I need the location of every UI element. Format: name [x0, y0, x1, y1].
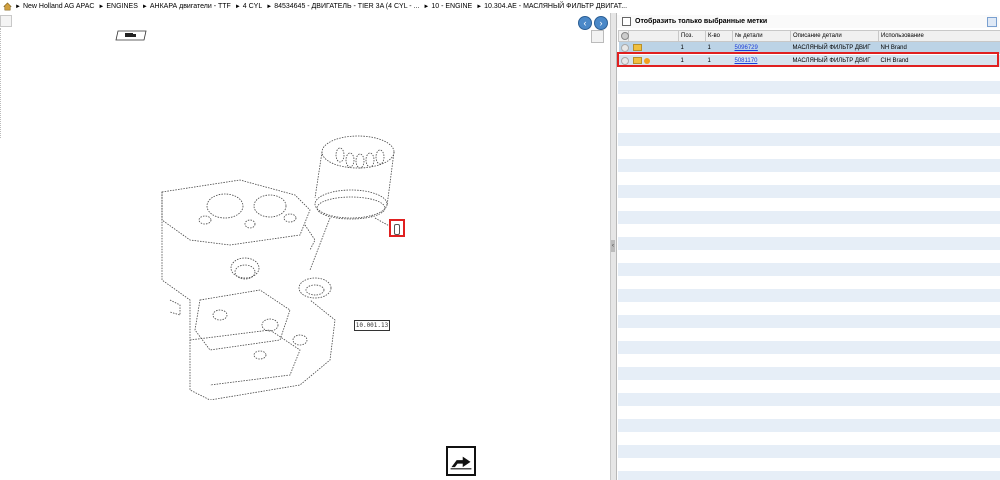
status-icon: [620, 57, 629, 65]
breadcrumb-item[interactable]: 10 - ENGINE: [431, 3, 472, 10]
status-icon: [620, 44, 629, 52]
qty-cell: 1: [705, 41, 733, 55]
callout-hotspot[interactable]: [389, 219, 405, 237]
reference-label[interactable]: 10.001.13: [354, 320, 390, 331]
breadcrumb: ► New Holland AG APAC ► ENGINES ► АНКАРА дв…: [0, 0, 1000, 13]
column-header[interactable]: [618, 30, 629, 42]
folder-icon[interactable]: [632, 57, 642, 65]
print-icon[interactable]: [0, 15, 12, 27]
table-row[interactable]: 1 1 5081170 МАСЛЯНЫЙ ФИЛЬТР ДВИГ CIH Bra…: [618, 54, 1000, 68]
breadcrumb-item[interactable]: 4 CYL: [243, 3, 262, 10]
column-header[interactable]: Использование: [878, 30, 1000, 42]
qty-cell: 1: [705, 54, 733, 68]
zoom-icon[interactable]: [591, 30, 604, 43]
parts-list-panel: Отобразить только выбранные метки Поз. К…: [616, 13, 1000, 480]
empty-rows: [618, 68, 1000, 480]
info-icon[interactable]: [643, 57, 650, 64]
usage-cell: CIH Brand: [878, 54, 1000, 68]
parts-table: Поз. К-во № детали Описание детали Испол…: [618, 30, 1000, 68]
breadcrumb-item[interactable]: New Holland AG APAC: [23, 3, 94, 10]
column-header[interactable]: К-во: [705, 30, 733, 42]
pos-cell: 1: [678, 54, 706, 68]
usage-cell: NH Brand: [878, 41, 1000, 55]
folder-icon[interactable]: [632, 44, 642, 52]
show-selected-label[interactable]: Отобразить только выбранные метки: [635, 18, 767, 25]
pos-cell: 1: [678, 41, 706, 55]
home-icon[interactable]: [3, 2, 12, 11]
column-header[interactable]: [628, 30, 679, 42]
breadcrumb-item[interactable]: ENGINES: [106, 3, 138, 10]
show-selected-checkbox[interactable]: [622, 17, 631, 26]
description-cell: МАСЛЯНЫЙ ФИЛЬТР ДВИГ: [790, 41, 879, 55]
column-header[interactable]: Поз.: [678, 30, 706, 42]
part-number-link[interactable]: 5081170: [735, 58, 758, 64]
column-header[interactable]: Описание детали: [790, 30, 879, 42]
table-row[interactable]: 1 1 5096729 МАСЛЯНЫЙ ФИЛЬТР ДВИГ NH Bran…: [618, 41, 1000, 55]
breadcrumb-item[interactable]: 84534645 - ДВИГАТЕЛЬ - TIER 3A (4 CYL - …: [274, 3, 419, 10]
panel-edge: [0, 28, 2, 138]
vehicle-icon: [115, 30, 147, 41]
filter-bar: Отобразить только выбранные метки: [617, 15, 999, 28]
part-number-link[interactable]: 5096729: [735, 45, 758, 51]
next-icon[interactable]: ›: [594, 16, 608, 30]
column-header[interactable]: № детали: [732, 30, 791, 42]
export-icon[interactable]: [987, 17, 997, 27]
breadcrumb-item[interactable]: АНКАРА двигатели - TTF: [150, 3, 231, 10]
engine-oil-filter-illustration: [161, 135, 395, 400]
description-cell: МАСЛЯНЫЙ ФИЛЬТР ДВИГ: [790, 54, 879, 68]
table-header: Поз. К-во № детали Описание детали Испол…: [618, 30, 1000, 42]
previous-icon[interactable]: ‹: [578, 16, 592, 30]
collapse-handle[interactable]: ‹: [611, 240, 615, 252]
breadcrumb-item[interactable]: 10.304.AE - МАСЛЯНЫЙ ФИЛЬТР ДВИГАТ...: [484, 3, 627, 10]
next-page-button[interactable]: [446, 446, 476, 476]
